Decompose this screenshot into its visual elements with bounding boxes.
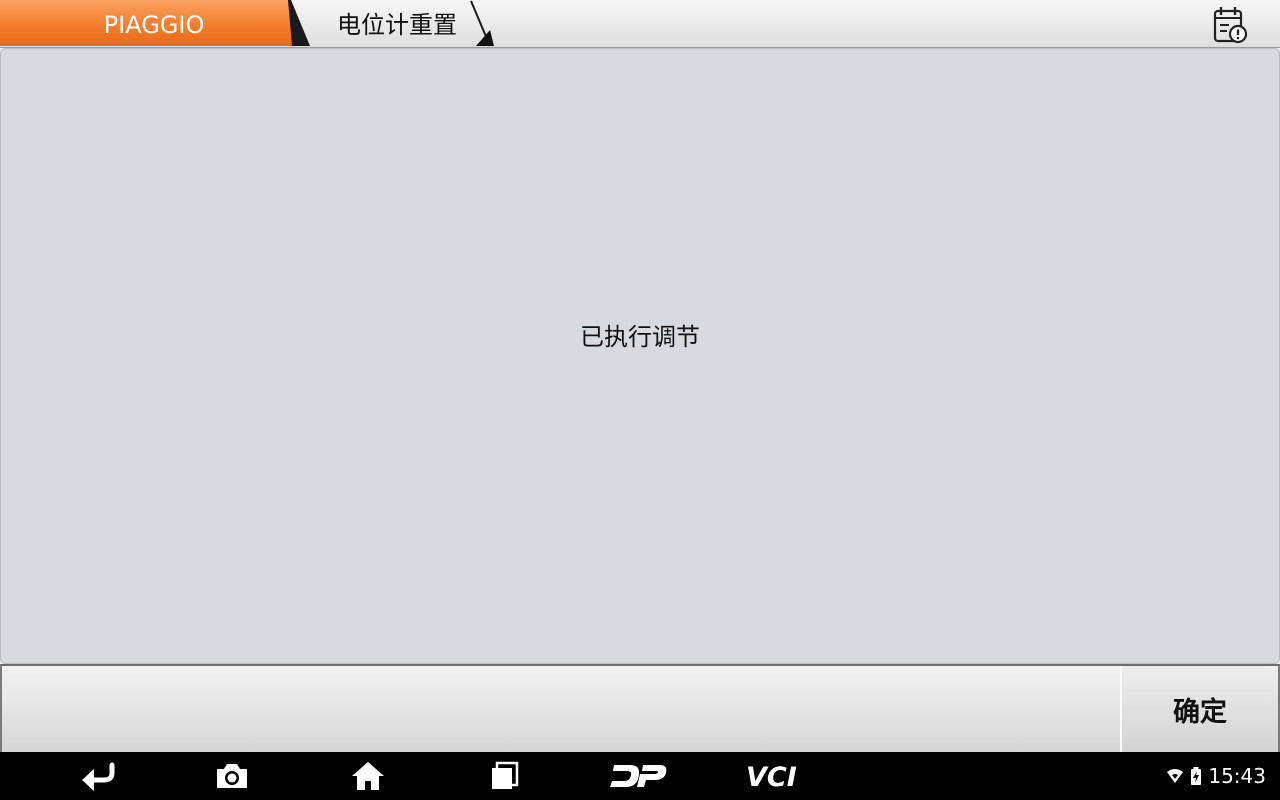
message-panel: 已执行调节 <box>0 48 1280 664</box>
nav-vci-button[interactable]: VCI <box>740 752 812 800</box>
system-navigation-bar: VCI 15:43 <box>0 752 1280 800</box>
status-clock: 15:43 <box>1208 764 1266 788</box>
action-bar: 确定 <box>0 664 1280 752</box>
recent-apps-icon <box>492 761 519 789</box>
wifi-icon <box>1167 769 1184 783</box>
home-icon <box>352 762 384 790</box>
breadcrumb-root-piaggio[interactable]: PIAGGIO <box>0 0 310 48</box>
nav-home-button[interactable] <box>342 752 394 800</box>
status-message: 已执行调节 <box>580 323 700 351</box>
vci-logo-icon: VCI <box>746 763 797 789</box>
breadcrumb-current-page: 电位计重置 <box>337 11 457 39</box>
dp-logo-icon <box>610 765 667 787</box>
confirm-button[interactable]: 确定 <box>1120 666 1278 752</box>
camera-icon <box>217 764 247 788</box>
nav-screenshot-button[interactable] <box>206 752 258 800</box>
clipboard-alert-icon <box>1213 7 1248 44</box>
report-button[interactable] <box>1208 5 1252 45</box>
back-arrow-icon <box>82 762 115 791</box>
battery-charging-icon <box>1191 767 1202 785</box>
screen: PIAGGIO 电位计重置 已执行调节 确定 VCI 15:43 <box>0 0 1280 800</box>
nav-dp-button[interactable] <box>604 752 674 800</box>
svg-text:VCI: VCI <box>746 763 797 789</box>
nav-recents-button[interactable] <box>478 752 530 800</box>
nav-back-button[interactable] <box>72 752 124 800</box>
status-area: 15:43 <box>1166 752 1266 800</box>
breadcrumb: PIAGGIO 电位计重置 <box>0 0 1280 48</box>
